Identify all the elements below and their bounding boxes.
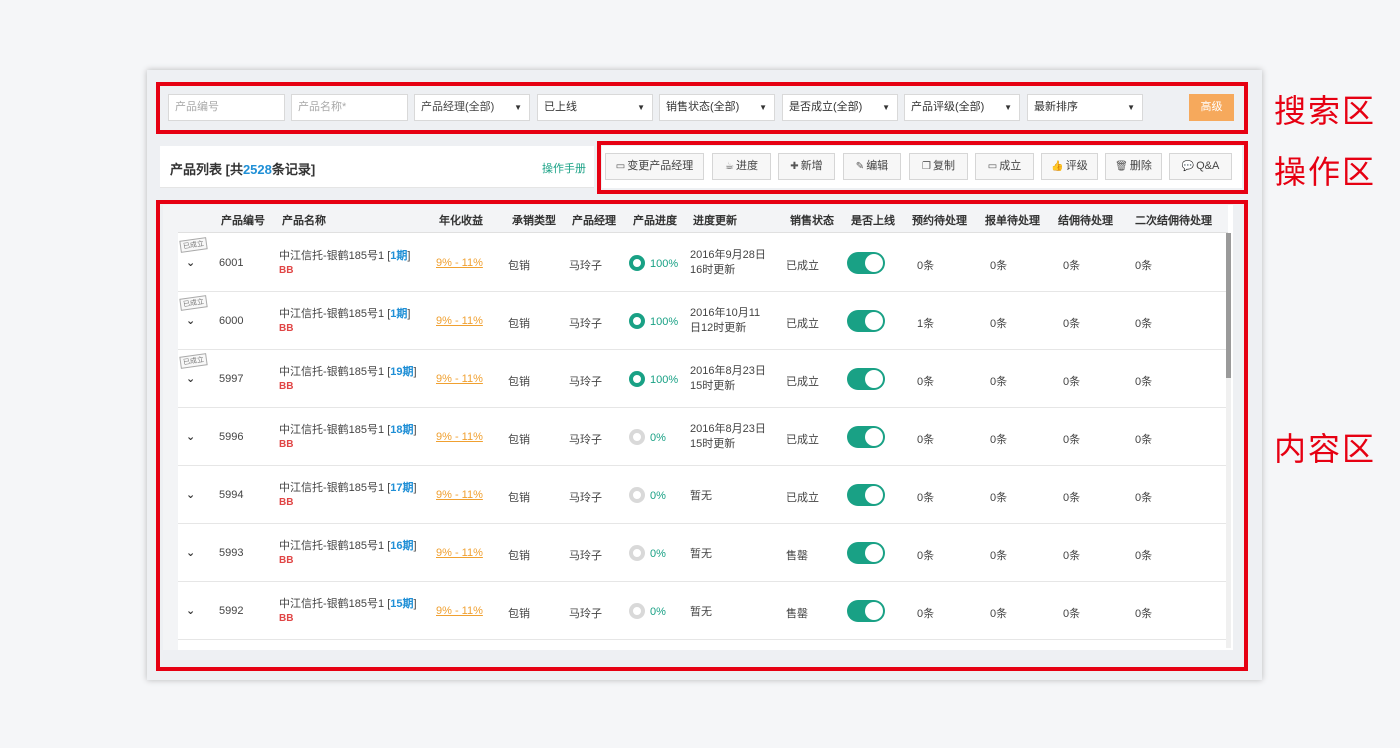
search-zone-frame [156, 82, 1248, 134]
list-title-prefix: 产品列表 [共 [170, 162, 243, 177]
content-zone-label: 内容区 [1274, 430, 1377, 468]
list-title-suffix: 条记录] [271, 162, 316, 177]
list-title: 产品列表 [共2528条记录] [170, 159, 315, 178]
manual-link[interactable]: 操作手册 [542, 160, 586, 176]
search-zone-label: 搜索区 [1274, 92, 1377, 130]
content-zone-frame [156, 200, 1248, 671]
record-count: 2528 [242, 162, 272, 177]
action-zone-label: 操作区 [1274, 153, 1377, 191]
action-zone-frame [597, 141, 1248, 194]
